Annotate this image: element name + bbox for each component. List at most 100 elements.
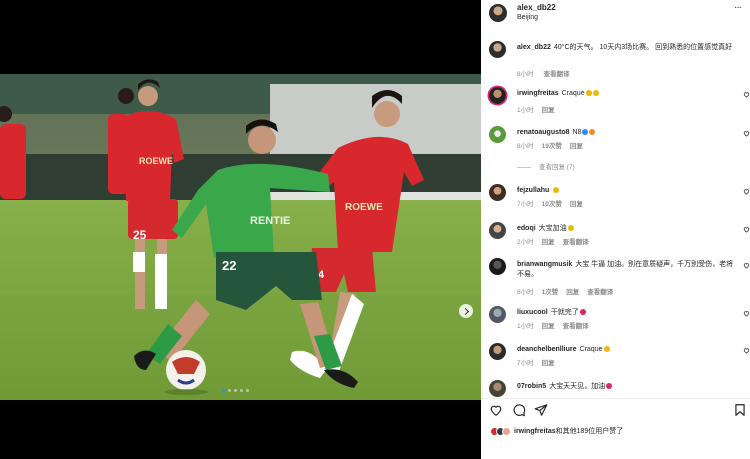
post-header: alex_db22 Beijing ··· (481, 0, 750, 28)
reply-link[interactable]: 回复 (570, 201, 583, 208)
comment-like-count[interactable]: 19次赞 (542, 143, 562, 150)
comment-like-button[interactable] (743, 91, 750, 98)
carousel-dot (246, 389, 249, 392)
caption-text: alex_db22 40°C的天气。 10天内3场比赛。 回到熟悉的位置感觉真好 (517, 43, 739, 53)
author-username[interactable]: alex_db22 (517, 3, 556, 12)
reply-divider (517, 166, 531, 168)
heart-outline-icon (490, 405, 502, 416)
post-location[interactable]: Beijing (517, 14, 538, 21)
comment-text: deanchelbenlliure Craque (517, 345, 739, 355)
commenter-avatar[interactable] (489, 87, 506, 104)
reply-link[interactable]: 回复 (542, 323, 555, 330)
reply-link[interactable]: 回复 (542, 107, 555, 114)
comment-body: Craque (579, 346, 603, 353)
post-action-bar (481, 398, 750, 420)
comment-body: Craque (561, 90, 585, 97)
comment-like-button[interactable] (743, 188, 750, 195)
comment-text: liuxucool 干就完了 (517, 308, 739, 318)
comment-time: 7小时 (517, 201, 534, 208)
translate-link[interactable]: 查看翻译 (563, 323, 589, 330)
likes-summary[interactable]: irwingfreitas和其他189位用户赞了 (490, 426, 623, 436)
commenter-username[interactable]: liuxucool (517, 309, 548, 316)
comment-time: 1小时 (517, 107, 534, 114)
likes-text: irwingfreitas和其他189位用户赞了 (514, 426, 623, 436)
carousel-dot (234, 389, 237, 392)
view-replies-link[interactable]: 查看回复 (7) (517, 161, 575, 171)
comment-bubble-icon (513, 404, 526, 417)
commenter-avatar[interactable] (489, 306, 506, 323)
like-button[interactable] (489, 403, 503, 417)
save-button[interactable] (733, 403, 747, 417)
comment-like-button[interactable] (743, 262, 750, 269)
comment-time: 2小时 (517, 239, 534, 246)
comment-like-button[interactable] (743, 130, 750, 137)
post-photo[interactable]: ROEWE 25 ROEWE 4 RENTIE 22 (0, 74, 481, 400)
comment-body: 大宝加油 (538, 225, 567, 232)
commenter-username[interactable]: deanchelbenlliure (517, 346, 577, 353)
comment-like-button[interactable] (743, 347, 750, 354)
carousel-dot (228, 389, 231, 392)
svg-text:ROEWE: ROEWE (345, 202, 383, 213)
commenter-avatar[interactable] (489, 184, 506, 201)
comment-text: brianwangmusik 大宝 牛逼 加油。别在意质疑声，千万别受伤，老将不易… (517, 260, 739, 280)
reply-link[interactable]: 回复 (542, 360, 555, 367)
commenter-avatar[interactable] (489, 343, 506, 360)
commenter-username[interactable]: 07robin5 (517, 383, 546, 390)
grin-emoji (567, 225, 574, 231)
translate-link[interactable]: 查看翻译 (563, 239, 589, 246)
comment-meta: 2小时 回复 查看翻译 (517, 236, 597, 246)
comment-time: 7小时 (517, 360, 534, 367)
translate-link[interactable]: 查看翻译 (587, 289, 613, 296)
comment-like-button[interactable] (743, 226, 750, 233)
verified-badge (582, 129, 589, 135)
carousel-indicator (222, 389, 249, 392)
comment-text: irwingfreitas Craque (517, 89, 739, 99)
commenter-avatar[interactable] (489, 258, 506, 275)
commenter-username[interactable]: brianwangmusik (517, 261, 572, 268)
caption-meta: 8小时 查看翻译 (517, 68, 577, 78)
comment-meta: 1小时 回复 (517, 104, 563, 114)
comment-time: 8小时 (517, 143, 534, 150)
comment-text: renatoaugusto8 N8 (517, 128, 739, 138)
commenter-avatar[interactable] (489, 126, 506, 143)
commenter-avatar[interactable] (489, 222, 506, 239)
grin-emoji (553, 187, 560, 193)
comment-meta: 1小时 回复 查看翻译 (517, 320, 597, 330)
share-button[interactable] (534, 403, 548, 417)
caption-translate-link[interactable]: 查看翻译 (543, 71, 569, 78)
author-avatar[interactable] (489, 4, 507, 22)
more-options-icon[interactable]: ··· (734, 2, 742, 13)
commenter-username[interactable]: irwingfreitas (517, 90, 559, 97)
caption-username[interactable]: alex_db22 (517, 44, 551, 51)
heart-emoji (606, 383, 613, 389)
reply-link[interactable]: 回复 (570, 143, 583, 150)
comment-body: 大宝天天见，加油 (549, 383, 606, 390)
commenter-username[interactable]: renatoaugusto8 (517, 129, 570, 136)
commenter-username[interactable]: fejzullahu (517, 187, 549, 194)
heart-outline-icon (743, 311, 750, 317)
heart-emoji (579, 309, 586, 315)
comment-like-button[interactable] (743, 310, 750, 317)
comment-meta: 8小时 1次赞 回复 查看翻译 (517, 286, 621, 296)
liker-avatar (502, 426, 511, 436)
commenter-username[interactable]: edoqi (517, 225, 536, 232)
post-side-panel: alex_db22 Beijing ··· alex_db22 40°C的天气。 … (481, 0, 750, 459)
reply-link[interactable]: 回复 (566, 289, 579, 296)
comment-body: N8 (572, 129, 582, 136)
heart-outline-icon (743, 263, 750, 269)
fire-emoji (589, 129, 596, 135)
caption-avatar[interactable] (489, 41, 506, 58)
reply-link[interactable]: 回复 (542, 239, 555, 246)
comment-like-count[interactable]: 1次赞 (542, 289, 559, 296)
comment-body: 干就完了 (550, 309, 579, 316)
caption-time: 8小时 (517, 71, 534, 78)
chevron-right-icon (461, 307, 469, 315)
likes-first-user[interactable]: irwingfreitas (514, 428, 556, 435)
next-photo-button[interactable] (459, 304, 473, 318)
comment-button[interactable] (512, 403, 526, 417)
comment-meta: 7小时 回复 (517, 357, 563, 367)
carousel-dot (222, 389, 225, 392)
comment-text: edoqi 大宝加油 (517, 224, 739, 234)
commenter-avatar[interactable] (489, 380, 506, 397)
comment-like-count[interactable]: 10次赞 (542, 201, 562, 208)
